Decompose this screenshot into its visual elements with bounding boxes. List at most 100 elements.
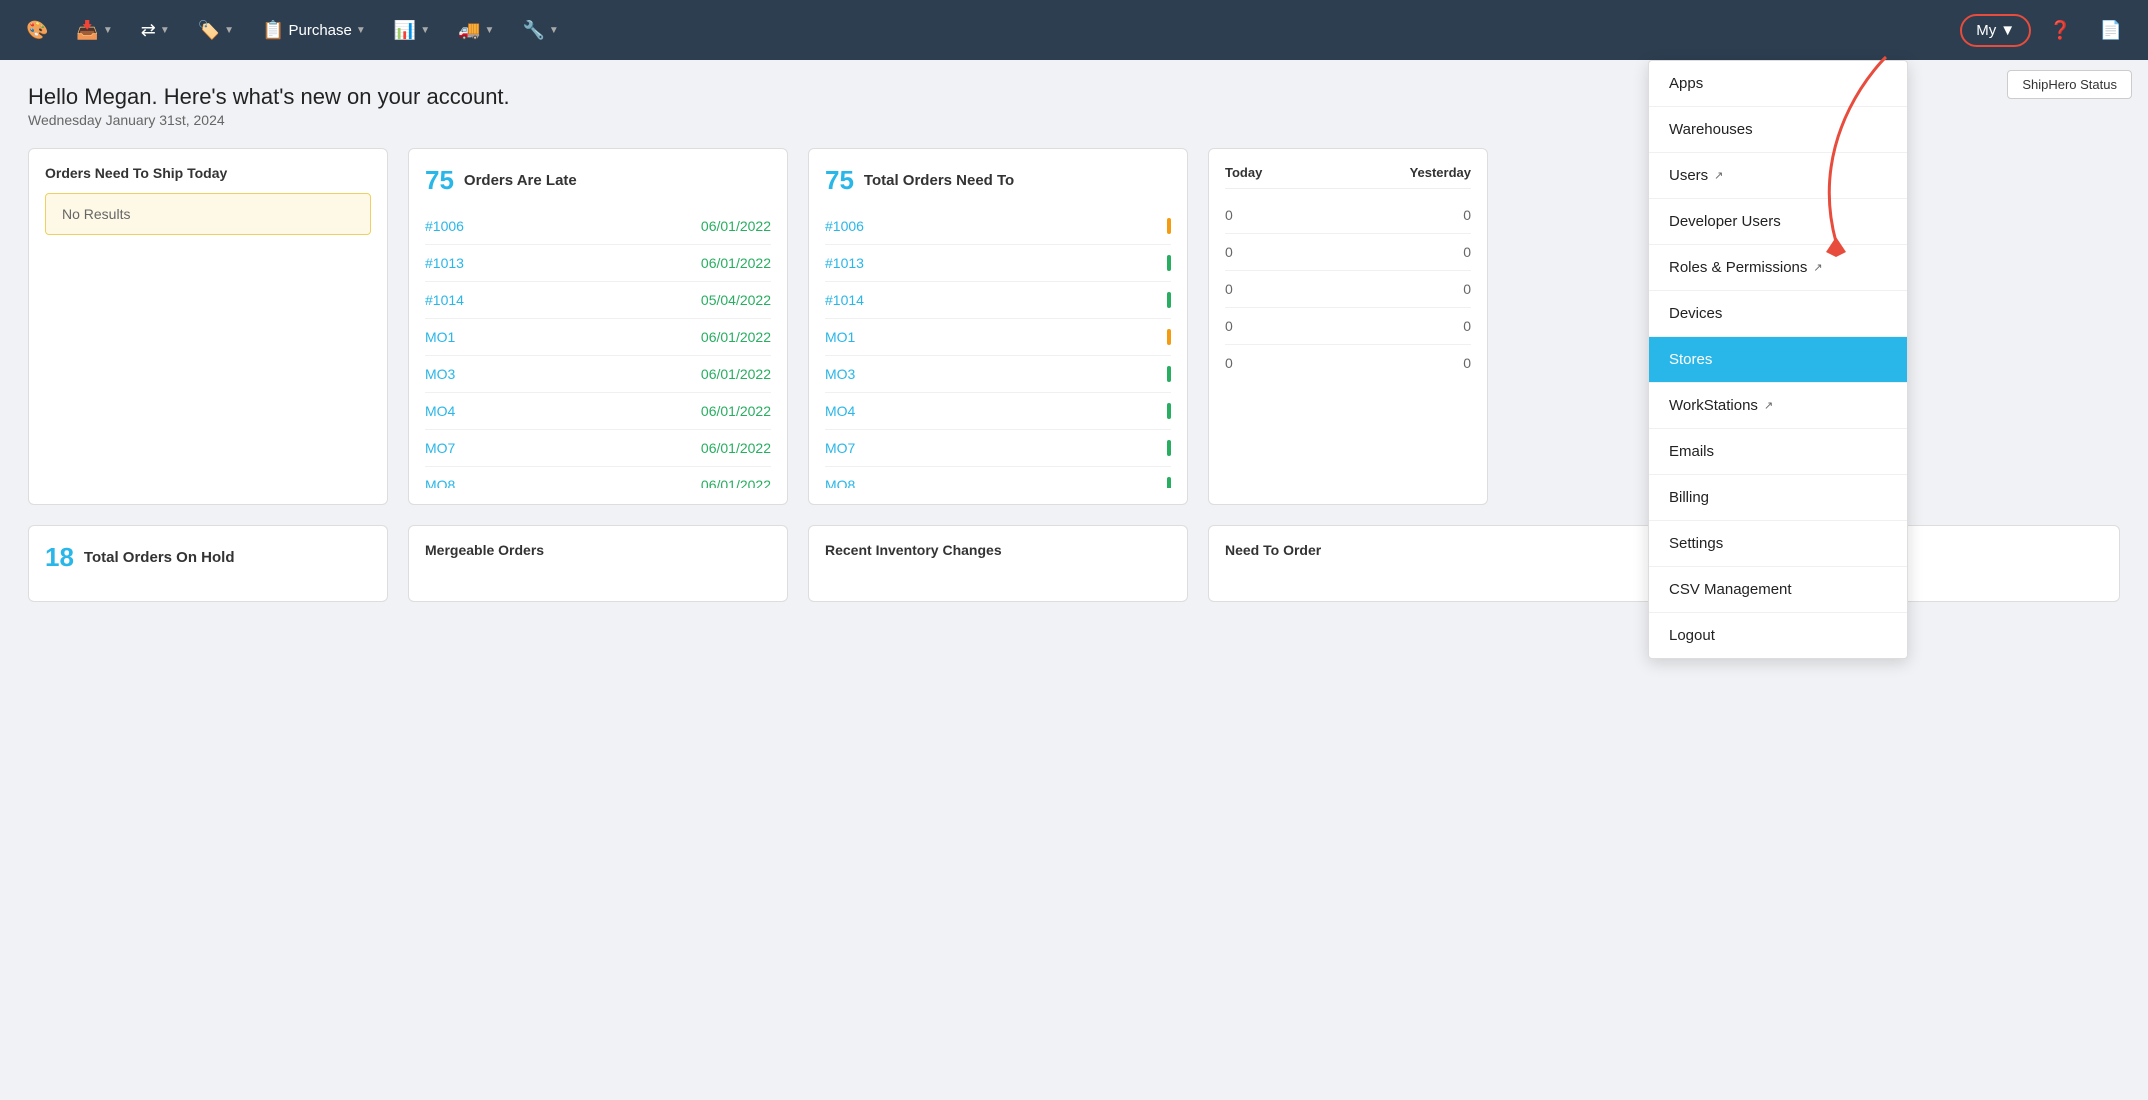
nav-tags[interactable]: 🏷️ ▼: [188, 14, 244, 47]
order-link[interactable]: MO7: [825, 440, 855, 456]
order-link[interactable]: #1013: [825, 255, 864, 271]
status-bar-orange: [1167, 329, 1171, 345]
nav-help[interactable]: ❓: [2039, 14, 2081, 47]
dropdown-settings[interactable]: Settings: [1649, 521, 1907, 567]
list-item: MO3: [825, 356, 1171, 393]
list-item: #1013 06/01/2022: [425, 245, 771, 282]
order-link[interactable]: MO3: [825, 366, 855, 382]
order-link[interactable]: #1013: [425, 255, 464, 271]
wrench-icon: 🔧: [522, 20, 544, 41]
stats-today-label: Today: [1225, 165, 1262, 180]
order-link[interactable]: MO8: [425, 477, 455, 488]
order-date: 06/01/2022: [701, 440, 771, 456]
dropdown-roles-permissions[interactable]: Roles & Permissions ↗: [1649, 245, 1907, 291]
nav-arrows[interactable]: ⇄ ▼: [131, 14, 180, 47]
list-item: MO7: [825, 430, 1171, 467]
dropdown-warehouses[interactable]: Warehouses: [1649, 107, 1907, 153]
order-date: 06/01/2022: [701, 477, 771, 488]
dropdown-developer-users[interactable]: Developer Users: [1649, 199, 1907, 245]
yesterday-val: 0: [1463, 355, 1471, 371]
list-item: MO8 06/01/2022: [425, 467, 771, 488]
order-link[interactable]: MO4: [425, 403, 455, 419]
list-item: #1014 05/04/2022: [425, 282, 771, 319]
today-val: 0: [1225, 207, 1233, 223]
order-link[interactable]: #1006: [825, 218, 864, 234]
status-bar-green: [1167, 292, 1171, 308]
status-bar-green: [1167, 477, 1171, 488]
dropdown-logout[interactable]: Logout: [1649, 613, 1907, 658]
list-item: MO4: [825, 393, 1171, 430]
total-on-hold-count: 18: [45, 542, 74, 573]
no-results-message: No Results: [45, 193, 371, 235]
orders-total-list-wrapper[interactable]: #1006 #1013 #1014 MO1: [825, 208, 1171, 488]
order-link[interactable]: #1014: [825, 292, 864, 308]
dropdown-stores[interactable]: Stores: [1649, 337, 1907, 383]
roles-permissions-label: Roles & Permissions: [1669, 259, 1807, 276]
orders-late-list-wrapper[interactable]: #1006 06/01/2022 #1013 06/01/2022 #1014 …: [425, 208, 771, 488]
order-date: 06/01/2022: [701, 218, 771, 234]
chevron-down-icon: ▼: [485, 25, 495, 36]
status-bar-orange: [1167, 218, 1171, 234]
status-bar-green: [1167, 255, 1171, 271]
chevron-down-icon: ▼: [2000, 22, 2015, 39]
order-link[interactable]: #1006: [425, 218, 464, 234]
nav-my-button[interactable]: My ▼: [1960, 14, 2031, 47]
nav-reports[interactable]: 📊 ▼: [384, 14, 440, 47]
chevron-down-icon: ▼: [224, 25, 234, 36]
order-link[interactable]: MO3: [425, 366, 455, 382]
mergeable-orders-title: Mergeable Orders: [425, 542, 771, 558]
nav-shipping[interactable]: 🚚 ▼: [448, 14, 504, 47]
dropdown-billing[interactable]: Billing: [1649, 475, 1907, 521]
dashboard-icon: 🎨: [26, 20, 48, 41]
dropdown-emails[interactable]: Emails: [1649, 429, 1907, 475]
dropdown-users[interactable]: Users ↗: [1649, 153, 1907, 199]
order-date: 06/01/2022: [701, 366, 771, 382]
order-link[interactable]: MO4: [825, 403, 855, 419]
recent-inventory-card: Recent Inventory Changes: [808, 525, 1188, 602]
chevron-down-icon: ▼: [160, 25, 170, 36]
nav-document[interactable]: 📄: [2090, 14, 2132, 47]
chevron-down-icon: ▼: [356, 25, 366, 36]
inbox-icon: 📥: [76, 20, 98, 41]
apps-label: Apps: [1669, 75, 1703, 92]
dropdown-workstations[interactable]: WorkStations ↗: [1649, 383, 1907, 429]
my-label: My: [1976, 22, 1996, 39]
nav-dashboard[interactable]: 🎨: [16, 14, 58, 47]
stats-card: Today Yesterday 0 0 0 0 0 0 0 0 0 0: [1208, 148, 1488, 505]
nav-inbox[interactable]: 📥 ▼: [66, 14, 122, 47]
order-link[interactable]: #1014: [425, 292, 464, 308]
order-date: 05/04/2022: [701, 292, 771, 308]
chevron-down-icon: ▼: [103, 25, 113, 36]
my-dropdown-menu: Apps Warehouses Users ↗ Developer Users …: [1648, 60, 1908, 659]
nav-purchase[interactable]: 📋 Purchase ▼: [252, 14, 376, 47]
total-on-hold-label: Total Orders On Hold: [84, 549, 235, 566]
orders-late-card: 75 Orders Are Late #1006 06/01/2022 #101…: [408, 148, 788, 505]
total-on-hold-header: 18 Total Orders On Hold: [45, 542, 371, 573]
orders-ship-today-card: Orders Need To Ship Today No Results: [28, 148, 388, 505]
chevron-down-icon: ▼: [420, 25, 430, 36]
dropdown-apps[interactable]: Apps: [1649, 61, 1907, 107]
external-link-icon: ↗: [1813, 261, 1822, 274]
order-link[interactable]: MO1: [425, 329, 455, 345]
tags-icon: 🏷️: [198, 20, 220, 41]
mergeable-orders-card: Mergeable Orders: [408, 525, 788, 602]
shiphero-status-button[interactable]: ShipHero Status: [2007, 70, 2132, 99]
stats-row: 0 0: [1225, 234, 1471, 271]
dropdown-csv-management[interactable]: CSV Management: [1649, 567, 1907, 613]
status-bar-green: [1167, 366, 1171, 382]
orders-ship-today-title: Orders Need To Ship Today: [45, 165, 371, 181]
list-item: #1006 06/01/2022: [425, 208, 771, 245]
stats-row: 0 0: [1225, 271, 1471, 308]
order-link[interactable]: MO8: [825, 477, 855, 488]
nav-tools[interactable]: 🔧 ▼: [512, 14, 568, 47]
order-link[interactable]: MO7: [425, 440, 455, 456]
developer-users-label: Developer Users: [1669, 213, 1781, 230]
dropdown-devices[interactable]: Devices: [1649, 291, 1907, 337]
orders-total-count: 75: [825, 165, 854, 196]
yesterday-val: 0: [1463, 318, 1471, 334]
document-icon: 📄: [2100, 20, 2122, 41]
recent-inventory-title: Recent Inventory Changes: [825, 542, 1171, 558]
today-val: 0: [1225, 355, 1233, 371]
order-link[interactable]: MO1: [825, 329, 855, 345]
warehouses-label: Warehouses: [1669, 121, 1753, 138]
